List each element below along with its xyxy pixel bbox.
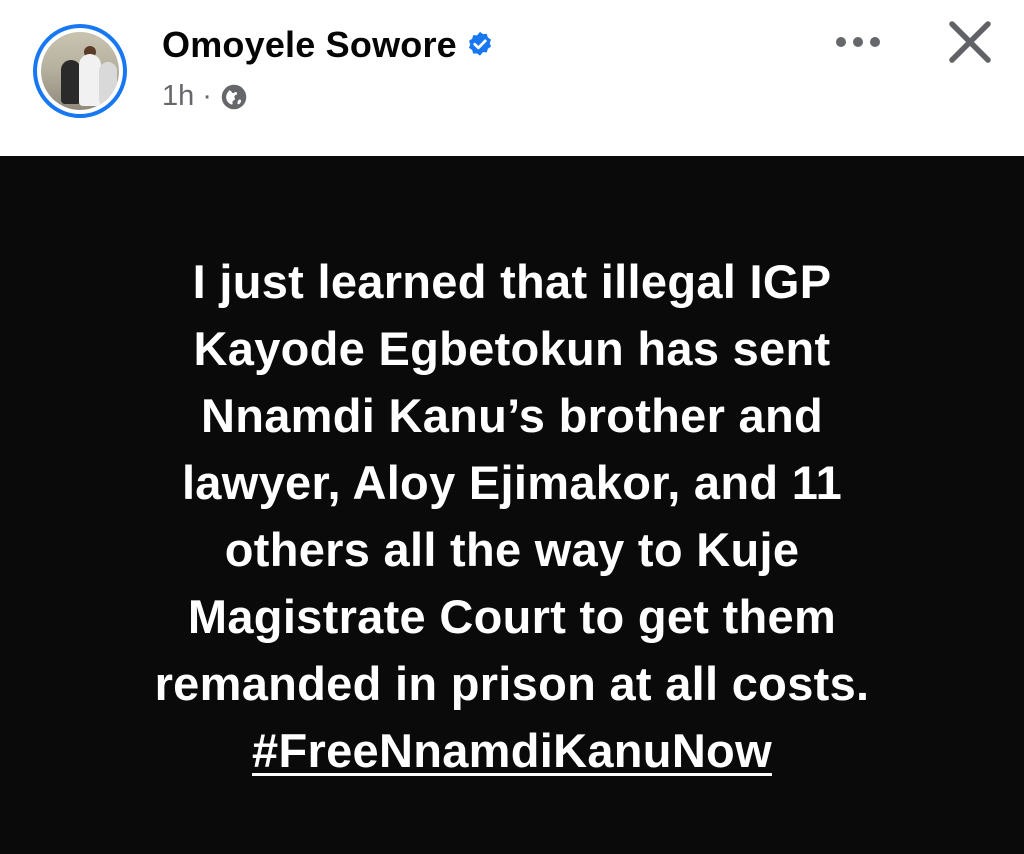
author-row: Omoyele Sowore bbox=[162, 24, 495, 66]
post-meta: 1h · bbox=[162, 80, 248, 113]
post-text: I just learned that illegal IGP Kayode E… bbox=[0, 248, 1024, 784]
hashtag-line: #FreeNnamdiKanuNow bbox=[0, 717, 1024, 784]
post-text-line: remanded in prison at all costs. bbox=[154, 657, 870, 710]
close-icon[interactable] bbox=[942, 14, 998, 70]
verified-badge-icon bbox=[468, 31, 491, 56]
post-header: Omoyele Sowore 1h · bbox=[0, 0, 1024, 156]
meta-separator: · bbox=[202, 80, 212, 112]
post-text-line: lawyer, Aloy Ejimakor, and 11 bbox=[181, 456, 843, 509]
post-text-line: Nnamdi Kanu’s brother and bbox=[200, 389, 824, 442]
post-text-line: others all the way to Kuje bbox=[224, 523, 800, 576]
post-timestamp[interactable]: 1h bbox=[162, 80, 194, 113]
profile-photo bbox=[41, 32, 119, 110]
globe-icon[interactable] bbox=[220, 83, 248, 111]
hashtag-link[interactable]: #FreeNnamdiKanuNow bbox=[252, 724, 772, 777]
more-options-icon[interactable] bbox=[828, 22, 888, 62]
post-content-area: I just learned that illegal IGP Kayode E… bbox=[0, 156, 1024, 854]
post-text-line: Kayode Egbetokun has sent bbox=[193, 322, 831, 375]
author-avatar[interactable] bbox=[33, 24, 127, 118]
author-name[interactable]: Omoyele Sowore bbox=[162, 24, 457, 66]
post-text-line: Magistrate Court to get them bbox=[187, 590, 837, 643]
post-text-line: I just learned that illegal IGP bbox=[192, 255, 832, 308]
